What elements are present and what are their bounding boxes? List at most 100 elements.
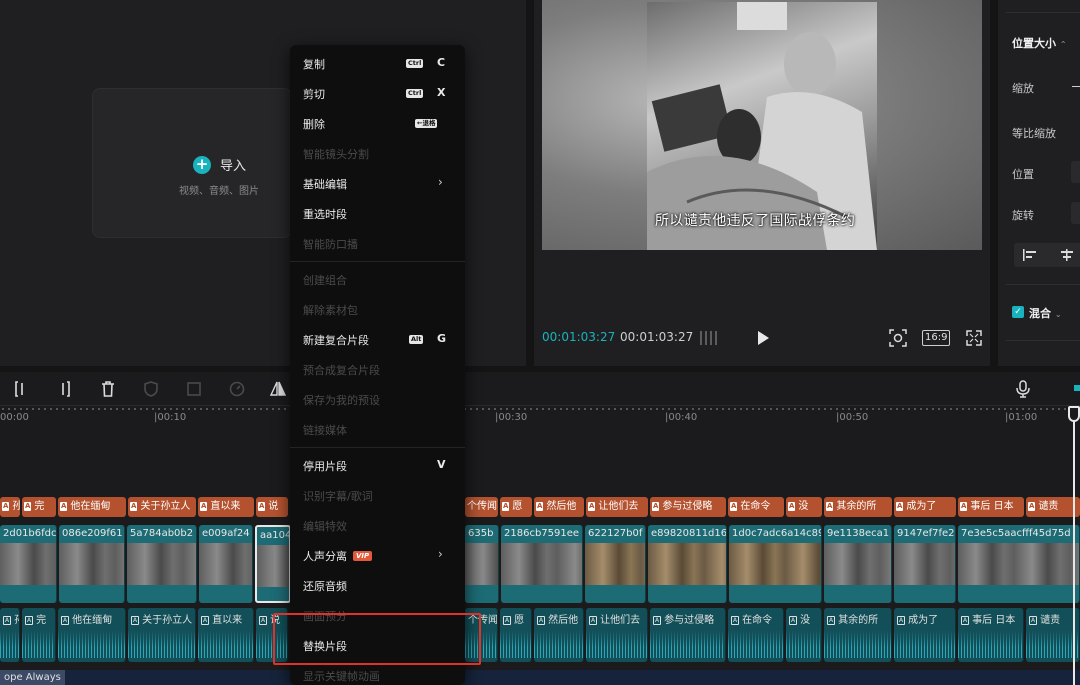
audio-clip[interactable]: A 直以来: [198, 608, 254, 662]
menu-item-create-group[interactable]: 创建组合: [290, 264, 465, 294]
audio-clip-label: 完: [36, 615, 47, 626]
audio-clip[interactable]: A 事后 日本: [958, 608, 1024, 662]
menu-item-edit-effects[interactable]: 编辑特效: [290, 510, 465, 540]
fullscreen-icon[interactable]: [966, 330, 982, 346]
menu-item-smart-shot-split[interactable]: 智能镜头分割: [290, 138, 465, 168]
text-clip[interactable]: A 其余的所: [824, 497, 892, 517]
text-clip[interactable]: A 谴责: [1026, 497, 1080, 517]
menu-item-reselect-range[interactable]: 重选时段: [290, 198, 465, 228]
audio-clip[interactable]: A愿: [500, 608, 532, 662]
audio-clip-name: A 其余的所: [827, 611, 878, 626]
text-clip[interactable]: A 他在缅甸: [58, 497, 126, 517]
menu-item-save-preset[interactable]: 保存为我的预设: [290, 384, 465, 414]
menu-item-copy[interactable]: 复制 Ctrl C: [290, 48, 465, 78]
shield-icon[interactable]: [142, 380, 160, 398]
menu-item-vocal-separation[interactable]: 人声分离 VIP ›: [290, 540, 465, 570]
video-clip[interactable]: e009af24: [199, 525, 253, 603]
text-clip[interactable]: A完: [22, 497, 56, 517]
text-clip[interactable]: A 让他们去: [586, 497, 648, 517]
menu-item-recognize-subtitles[interactable]: 识别字幕/歌词: [290, 480, 465, 510]
time-ruler[interactable]: 00:00 |00:10 |00:30 |00:40 |00:50 |01:00: [0, 408, 1080, 432]
text-clip[interactable]: 个传闻: [465, 497, 498, 517]
menu-item-basic-edit[interactable]: 基础编辑 ›: [290, 168, 465, 198]
video-clip[interactable]: 622127b0f: [585, 525, 646, 603]
menu-item-cut[interactable]: 剪切 Ctrl X: [290, 78, 465, 108]
audio-clip[interactable]: A 在命令: [728, 608, 784, 662]
audio-tag-icon: A: [3, 616, 12, 625]
microphone-icon[interactable]: [1014, 380, 1032, 398]
align-center-icon[interactable]: [1060, 249, 1074, 261]
delete-icon[interactable]: [99, 380, 117, 398]
toggle-indicator[interactable]: [1074, 385, 1080, 391]
rotate-field[interactable]: [1071, 202, 1080, 224]
video-clip[interactable]: e89820811d16: [648, 525, 727, 603]
audio-clip-name: A完: [25, 611, 46, 626]
audio-clip[interactable]: A孙: [0, 608, 20, 662]
audio-clip[interactable]: A完: [22, 608, 56, 662]
text-clip[interactable]: A 成为了: [894, 497, 956, 517]
import-button[interactable]: + 导入: [193, 155, 246, 174]
import-dropzone[interactable]: + 导入 视频、音频、图片: [92, 88, 292, 238]
video-clip[interactable]: 2d01b6fdc: [0, 525, 57, 603]
text-clip[interactable]: A 关于孙立人: [128, 497, 196, 517]
crop-icon[interactable]: [185, 380, 203, 398]
menu-item-restore-audio[interactable]: 还原音频: [290, 570, 465, 600]
audio-clip-label: 孙: [14, 615, 19, 626]
video-clip[interactable]: 7e3e5c5aacfff45d75d: [958, 525, 1080, 603]
video-clip[interactable]: 1d0c7adc6a14c89: [729, 525, 822, 603]
text-clip[interactable]: A 在命令: [728, 497, 784, 517]
playhead[interactable]: [1073, 408, 1075, 685]
audio-clip[interactable]: A 让他们去: [586, 608, 648, 662]
timeline-list-icon[interactable]: [698, 330, 720, 346]
menu-item-delete[interactable]: 删除 ←退格: [290, 108, 465, 138]
video-clip[interactable]: 9147ef7fe2: [894, 525, 956, 603]
video-preview[interactable]: 所以谴责他违反了国际战俘条约: [542, 0, 982, 250]
mirror-icon[interactable]: [269, 380, 287, 398]
clip-thumbnails: [894, 543, 955, 585]
text-clip[interactable]: A 直以来: [198, 497, 254, 517]
menu-item-unpack[interactable]: 解除素材包: [290, 294, 465, 324]
audio-clip[interactable]: A 谴责: [1026, 608, 1080, 662]
text-clip[interactable]: A没: [786, 497, 822, 517]
menu-item-new-compound-clip[interactable]: 新建复合片段 Alt G: [290, 324, 465, 354]
audio-clip[interactable]: A 他在缅甸: [58, 608, 126, 662]
aspect-ratio-button[interactable]: 16:9: [922, 330, 951, 346]
text-clip[interactable]: A 参与过侵略: [650, 497, 726, 517]
text-clip-label: 说: [268, 501, 279, 512]
split-right-icon[interactable]: [55, 380, 73, 398]
video-clip[interactable]: 5a784ab0b2: [127, 525, 197, 603]
speed-icon[interactable]: [228, 380, 246, 398]
text-clip[interactable]: A 然后他: [534, 497, 584, 517]
audio-tag-icon: A: [961, 616, 970, 625]
menu-item-precompose[interactable]: 预合成复合片段: [290, 354, 465, 384]
blend-checkbox[interactable]: ✓: [1012, 306, 1024, 318]
menu-item-disable-clip[interactable]: 停用片段 V: [290, 450, 465, 480]
playhead-handle[interactable]: [1068, 406, 1080, 422]
text-clip[interactable]: A孙: [0, 497, 20, 517]
audio-clip[interactable]: A 然后他: [534, 608, 584, 662]
blend-label[interactable]: 混合 ⌄: [1029, 305, 1062, 321]
scale-slider[interactable]: [1072, 86, 1080, 87]
audio-clip[interactable]: A 其余的所: [824, 608, 892, 662]
text-clip[interactable]: A愿: [500, 497, 532, 517]
video-clip[interactable]: 086e209f61: [59, 525, 125, 603]
video-clip-selected[interactable]: aa104: [255, 525, 291, 603]
audio-clip[interactable]: A 参与过侵略: [650, 608, 726, 662]
menu-item-label: 人声分离: [303, 550, 347, 563]
menu-item-smart-anti-talking[interactable]: 智能防口播: [290, 228, 465, 258]
audio-clip[interactable]: A 关于孙立人: [128, 608, 196, 662]
play-icon[interactable]: [756, 330, 770, 346]
text-clip[interactable]: A 事后 日本: [958, 497, 1024, 517]
fit-view-icon[interactable]: [889, 329, 907, 347]
video-clip[interactable]: 2186cb7591ee: [501, 525, 583, 603]
position-x-field[interactable]: [1071, 161, 1080, 183]
split-left-icon[interactable]: [12, 380, 30, 398]
audio-clip[interactable]: A 成为了: [894, 608, 956, 662]
text-clip[interactable]: A说: [256, 497, 288, 517]
menu-item-link-media[interactable]: 链接媒体: [290, 414, 465, 444]
position-size-section[interactable]: 位置大小 ⌃: [1012, 35, 1067, 51]
audio-clip[interactable]: A没: [786, 608, 822, 662]
align-left-icon[interactable]: [1023, 249, 1037, 261]
video-clip[interactable]: 9e1138eca1: [824, 525, 892, 603]
video-clip[interactable]: 635b: [465, 525, 499, 603]
